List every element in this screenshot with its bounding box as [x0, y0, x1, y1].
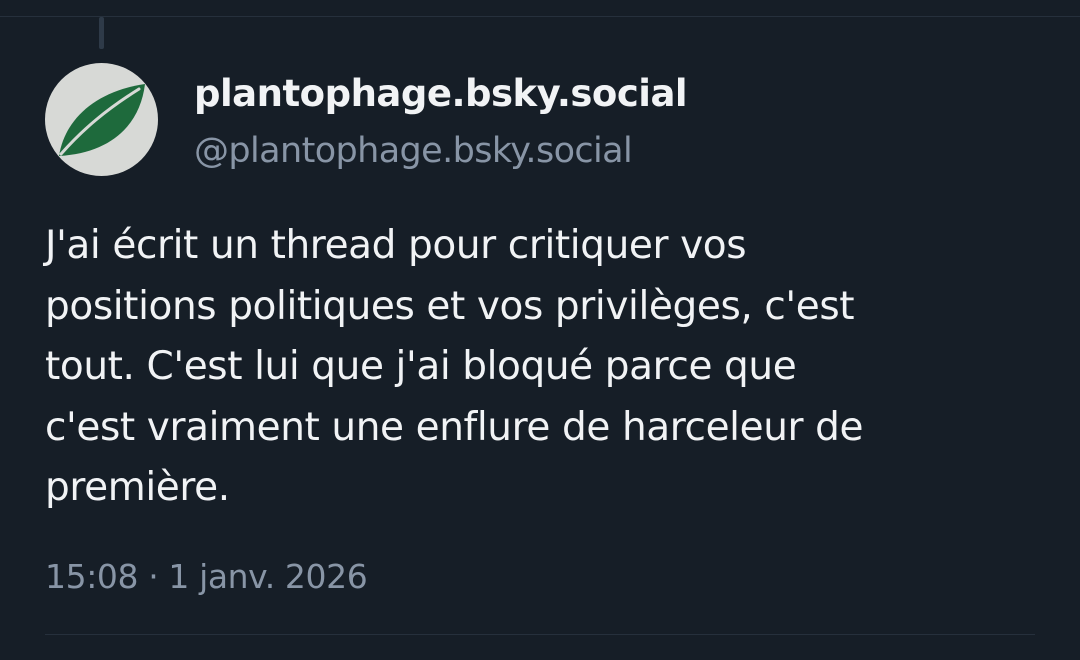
post: plantophage.bsky.social @plantophage.bsk…	[0, 0, 1080, 660]
author-display-name[interactable]: plantophage.bsky.social	[194, 72, 688, 115]
author-handle[interactable]: @plantophage.bsky.social	[194, 131, 633, 171]
post-time: 15:08	[45, 557, 139, 596]
timestamp-separator: ·	[138, 557, 169, 596]
post-timestamp[interactable]: 15:08 · 1 janv. 2026	[45, 557, 368, 596]
post-date: 1 janv. 2026	[168, 557, 368, 596]
post-text: J'ai écrit un thread pour critiquer vos …	[45, 223, 864, 510]
leaf-icon	[59, 84, 145, 156]
avatar[interactable]	[45, 63, 158, 176]
bottom-divider	[45, 634, 1035, 635]
